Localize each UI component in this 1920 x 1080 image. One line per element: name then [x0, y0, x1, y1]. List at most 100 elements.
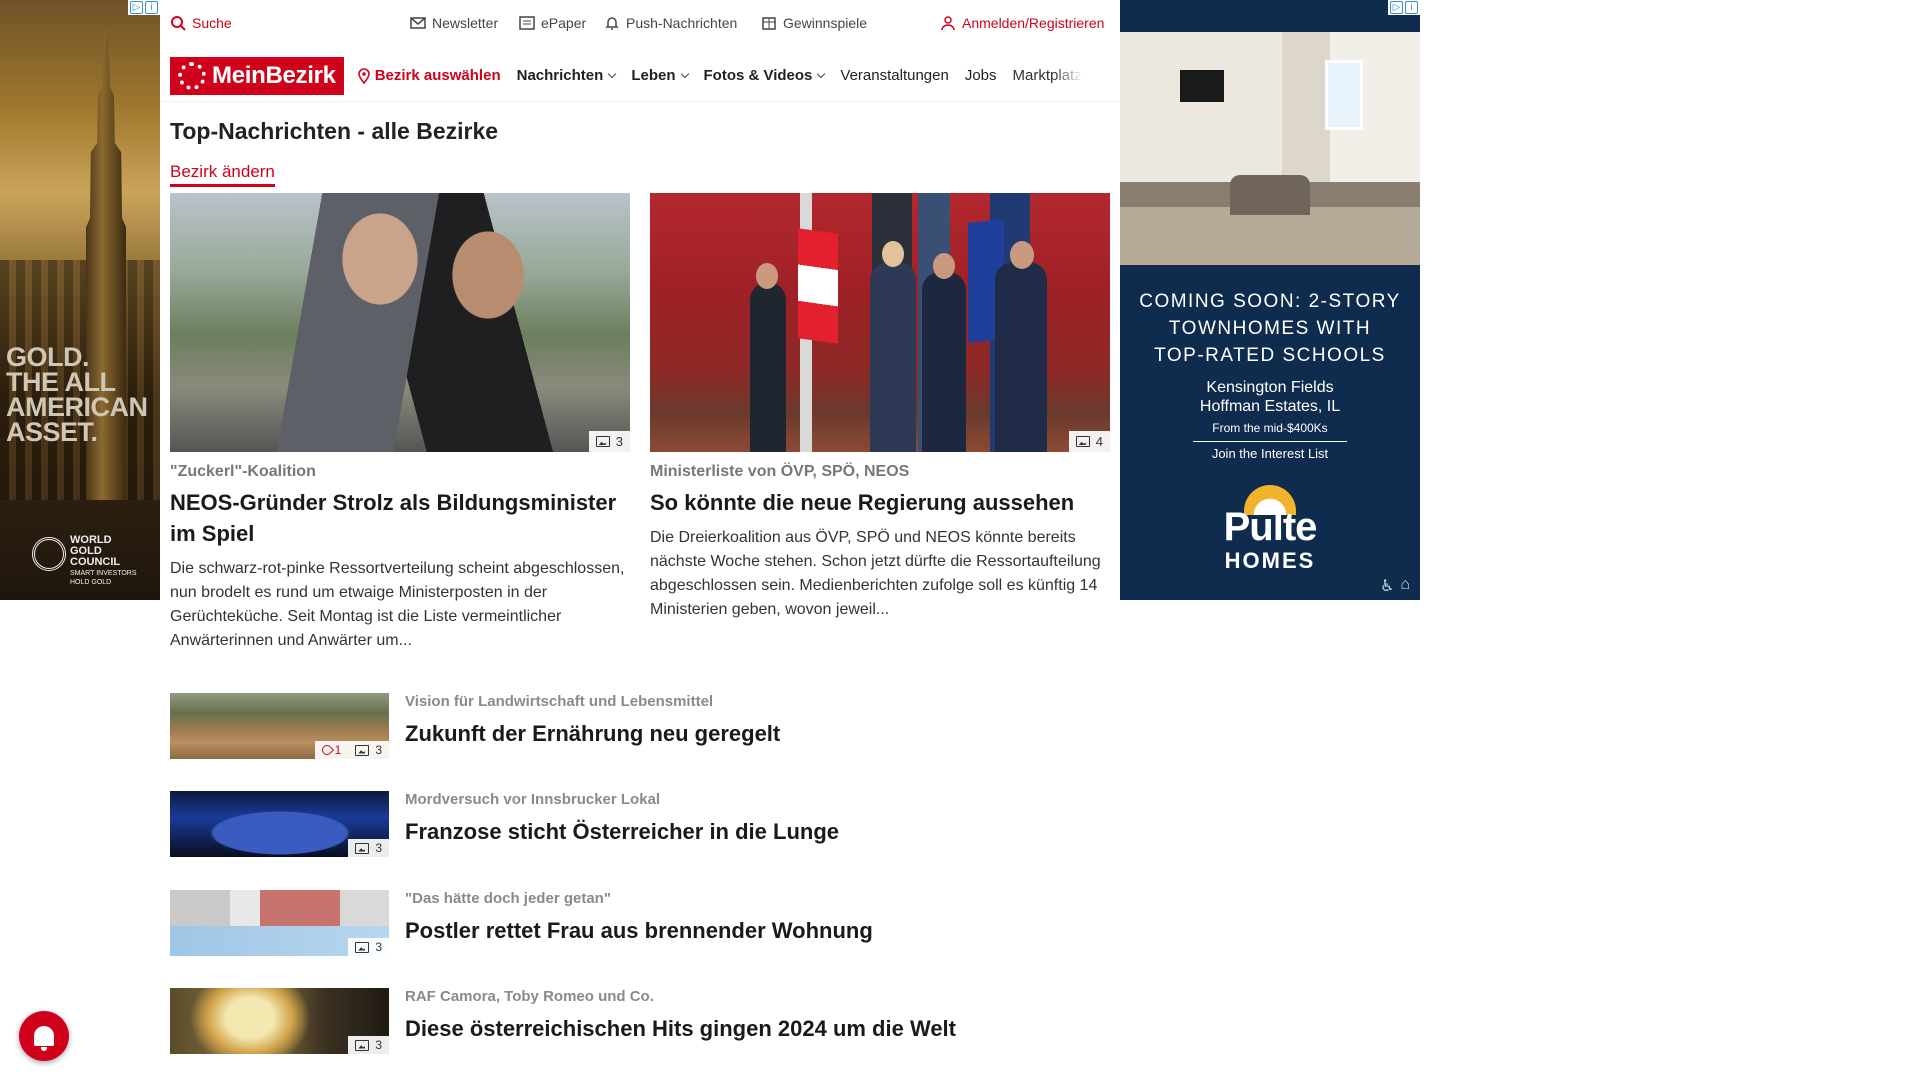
- ad-photo-sofa: [1230, 175, 1310, 215]
- ad-slogan: GOLD. THE ALL AMERICAN ASSET.: [6, 342, 148, 447]
- page-title: Top-Nachrichten - alle Bezirke: [170, 118, 499, 144]
- article-thumbnail[interactable]: 3: [170, 791, 389, 857]
- ad-brand-sub: HOMES: [1224, 548, 1316, 573]
- article-kicker: RAF Camora, Toby Romeo und Co.: [405, 988, 654, 1005]
- nav-label: Leben: [631, 67, 676, 84]
- newsletter-label: Newsletter: [432, 15, 499, 31]
- epaper-link[interactable]: ePaper: [519, 15, 586, 31]
- push-notifications-link[interactable]: Push-Nachrichten: [604, 15, 737, 31]
- nav-item-leben[interactable]: Leben: [631, 67, 689, 84]
- gallery-badge: 3: [348, 938, 389, 956]
- notification-bell-button[interactable]: [19, 1011, 69, 1061]
- bell-icon: [605, 17, 619, 30]
- featured-article[interactable]: 3 "Zuckerl"-Koalition NEOS-Gründer Strol…: [170, 193, 630, 653]
- article-kicker: "Zuckerl"-Koalition: [170, 463, 316, 480]
- ad-location: Kensington Fields Hoffman Estates, IL: [1199, 379, 1341, 415]
- person-figure: [995, 262, 1047, 452]
- gallery-badge: 4: [1068, 431, 1110, 452]
- nav-item-marktplatz[interactable]: Marktplatz: [1013, 67, 1082, 84]
- adchoices-icon[interactable]: ▷ i: [1388, 0, 1420, 15]
- article-headline[interactable]: NEOS-Gründer Strolz als Bildungsminister…: [170, 487, 630, 549]
- main-navigation: MeinBezirk Bezirk auswählen Nachrichten …: [160, 50, 1120, 102]
- likes-value: 1: [334, 743, 342, 757]
- epaper-label: ePaper: [541, 15, 587, 31]
- select-district-button[interactable]: Bezirk auswählen: [356, 67, 501, 84]
- article-image[interactable]: 4: [650, 193, 1110, 452]
- top-utility-bar: Suche Newsletter ePaper Push-Nachrichten…: [160, 0, 1120, 46]
- bell-icon: [34, 1026, 54, 1051]
- article-teaser: Die Dreierkoalition aus ÖVP, SPÖ und NEO…: [650, 529, 1101, 618]
- select-district-label: Bezirk auswählen: [374, 67, 501, 84]
- featured-article[interactable]: 4 Ministerliste von ÖVP, SPÖ, NEOS So kö…: [650, 193, 1110, 622]
- logo-flower-icon: [178, 61, 206, 90]
- ad-photo-window: [1325, 60, 1363, 130]
- person-head: [1010, 241, 1034, 269]
- nav-item-veranstaltungen[interactable]: Veranstaltungen: [840, 67, 948, 84]
- article-kicker: Ministerliste von ÖVP, SPÖ, NEOS: [650, 463, 910, 480]
- article-headline[interactable]: So könnte die neue Regierung aussehen: [650, 487, 1110, 518]
- gallery-count: 3: [375, 940, 382, 954]
- change-district-link[interactable]: Bezirk ändern: [170, 162, 275, 187]
- gallery-count: 4: [1095, 434, 1103, 449]
- image-gallery-icon: [355, 1039, 370, 1051]
- search-link[interactable]: Suche: [170, 15, 232, 31]
- person-figure: [922, 272, 966, 452]
- gallery-count: 3: [375, 1038, 382, 1052]
- like-count: 1: [319, 742, 342, 758]
- nav-label: Veranstaltungen: [840, 67, 949, 84]
- list-item[interactable]: 1 3 Vision für Landwirtschaft und Lebens…: [170, 693, 1110, 759]
- nav-item-jobs[interactable]: Jobs: [965, 67, 997, 84]
- nav-label: Nachrichten: [516, 67, 604, 84]
- gallery-badge: 3: [588, 431, 630, 452]
- article-headline[interactable]: Postler rettet Frau aus brennender Wohnu…: [405, 918, 873, 944]
- ad-headline: COMING SOON: 2-STORY TOWNHOMES WITH TOP-…: [1139, 291, 1401, 366]
- login-link[interactable]: Anmelden/Registrieren: [940, 15, 1104, 31]
- ad-cta[interactable]: Join the Interest List: [1120, 446, 1420, 461]
- login-label: Anmelden/Registrieren: [962, 15, 1105, 31]
- ad-right-banner[interactable]: COMING SOON: 2-STORY TOWNHOMES WITH TOP-…: [1120, 0, 1420, 600]
- map-pin-icon: [357, 67, 370, 84]
- user-icon: [941, 16, 955, 31]
- gallery-badge: 1 3: [314, 741, 389, 759]
- nav-label: Fotos & Videos: [703, 67, 813, 84]
- list-item[interactable]: 3 RAF Camora, Toby Romeo und Co. Diese ö…: [170, 988, 1110, 1054]
- meinbezirk-logo[interactable]: MeinBezirk: [170, 56, 344, 95]
- image-gallery-icon: [355, 744, 370, 756]
- chevron-down-icon: [817, 69, 826, 78]
- ad-left-skyscraper[interactable]: GOLD. THE ALL AMERICAN ASSET. WORLD GOLD…: [0, 0, 160, 600]
- newsletter-link[interactable]: Newsletter: [410, 15, 498, 31]
- adchoices-icon[interactable]: ▷ i: [128, 0, 160, 15]
- wheelchair-icon: ♿: [1379, 578, 1395, 595]
- nav-item-fotos-videos[interactable]: Fotos & Videos: [703, 67, 826, 84]
- article-headline[interactable]: Franzose sticht Österreicher in die Lung…: [405, 819, 839, 845]
- person-head: [933, 253, 955, 279]
- article-kicker: "Das hätte doch jeder getan": [405, 890, 611, 907]
- person-figure: [870, 262, 916, 452]
- newspaper-icon: [519, 16, 535, 30]
- equal-housing-icon: ⌂: [1400, 576, 1410, 593]
- list-item[interactable]: 3 Mordversuch vor Innsbrucker Lokal Fran…: [170, 791, 1110, 857]
- mail-icon: [410, 17, 426, 29]
- article-thumbnail[interactable]: 3: [170, 988, 389, 1054]
- gewinnspiele-link[interactable]: Gewinnspiele: [761, 15, 867, 31]
- image-gallery-icon: [355, 941, 370, 953]
- image-gallery-icon: [1075, 436, 1090, 447]
- image-gallery-icon: [595, 436, 610, 447]
- main-column: Suche Newsletter ePaper Push-Nachrichten…: [160, 0, 1120, 1080]
- article-headline[interactable]: Diese österreichischen Hits gingen 2024 …: [405, 1016, 956, 1042]
- article-thumbnail[interactable]: 3: [170, 890, 389, 956]
- person-head: [756, 263, 778, 289]
- article-headline[interactable]: Zukunft der Ernährung neu geregelt: [405, 721, 780, 747]
- push-label: Push-Nachrichten: [626, 15, 738, 31]
- list-item[interactable]: 3 "Das hätte doch jeder getan" Postler r…: [170, 890, 1110, 956]
- article-image[interactable]: 3: [170, 193, 630, 452]
- austrian-flag: [798, 228, 838, 344]
- chevron-down-icon: [680, 69, 689, 78]
- nav-item-nachrichten[interactable]: Nachrichten: [516, 67, 617, 84]
- article-kicker: Vision für Landwirtschaft und Lebensmitt…: [405, 693, 714, 710]
- ad-townhome-photo: [1120, 32, 1420, 265]
- nav-label: Marktplatz: [1012, 67, 1082, 84]
- article-thumbnail[interactable]: 1 3: [170, 693, 389, 759]
- gallery-count: 3: [375, 743, 382, 757]
- chevron-down-icon: [608, 69, 617, 78]
